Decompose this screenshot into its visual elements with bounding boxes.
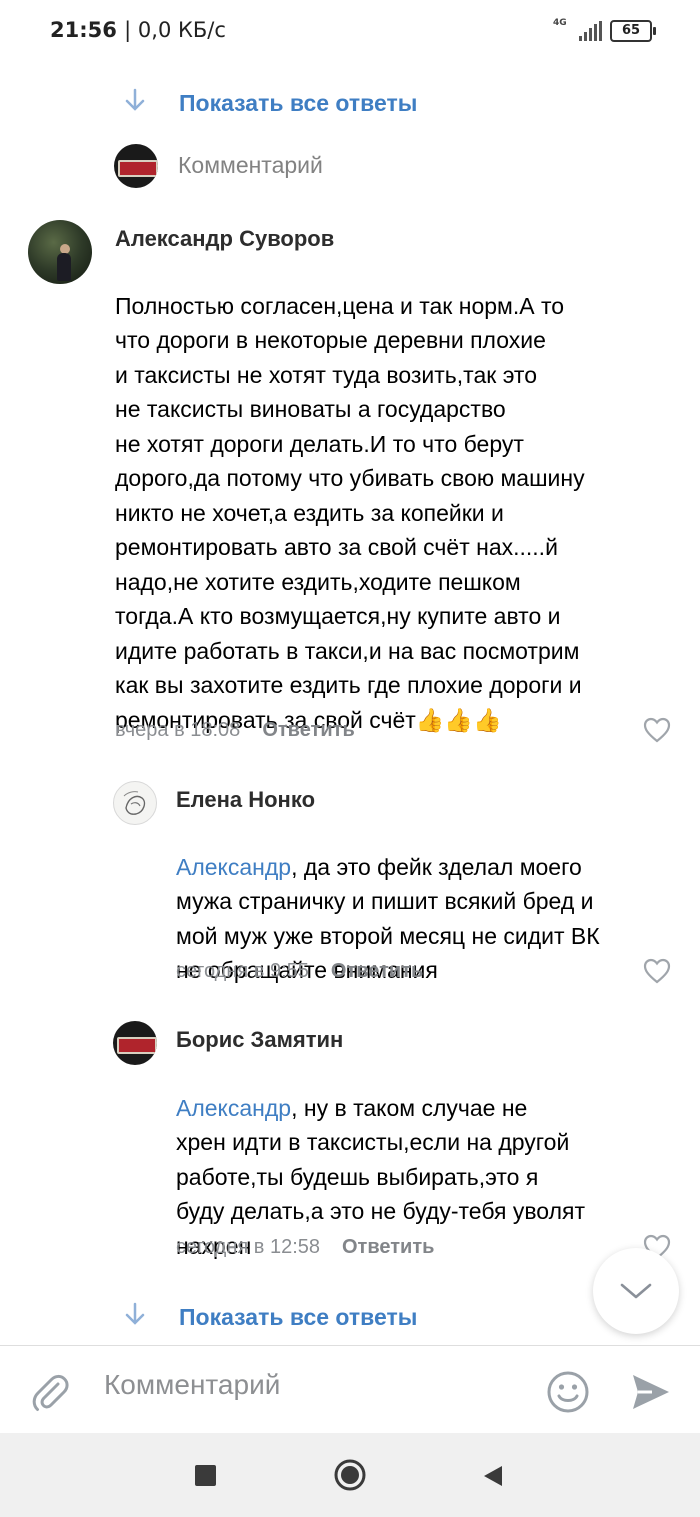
- emoji-icon[interactable]: [546, 1370, 590, 1414]
- avatar-logo: [117, 159, 158, 178]
- reply-comment-field[interactable]: Комментарий: [178, 152, 323, 179]
- avatar[interactable]: [28, 220, 92, 284]
- comment-text: Полностью согласен,цена и так норм.А то …: [115, 254, 675, 737]
- clock: 21:56: [50, 18, 117, 42]
- comment-meta: вчера в 18:08 Ответить: [115, 719, 355, 742]
- heart-icon[interactable]: [643, 717, 671, 743]
- nav-home-icon[interactable]: [333, 1458, 367, 1492]
- comment-time: сегодня в 9:55: [176, 960, 309, 982]
- comment-text: Александр, ну в таком случае не хрен идт…: [176, 1056, 676, 1263]
- reply-button[interactable]: Ответить: [331, 960, 423, 983]
- reply-button[interactable]: Ответить: [342, 1236, 434, 1259]
- scroll-down-button[interactable]: [593, 1248, 679, 1334]
- attach-icon[interactable]: [30, 1372, 72, 1414]
- thumbs-up-emoji: 👍👍👍: [415, 706, 502, 733]
- avatar-photo-figure: [57, 253, 72, 282]
- chevron-down-icon: [620, 1283, 652, 1299]
- comment-input[interactable]: [102, 1368, 526, 1402]
- network-speed: | 0,0 КБ/с: [124, 18, 226, 42]
- system-nav-bar: [0, 1433, 700, 1517]
- mention-link[interactable]: Александр: [176, 1095, 291, 1121]
- comment-author[interactable]: Елена Нонко: [176, 787, 315, 813]
- avatar-logo: [116, 1036, 157, 1055]
- show-all-replies-top[interactable]: Показать все ответы: [120, 88, 417, 119]
- reply-button[interactable]: Ответить: [262, 719, 354, 742]
- network-type: 4G: [553, 18, 567, 28]
- battery-icon: 65: [610, 20, 656, 42]
- battery-level: 65: [621, 23, 641, 38]
- heart-icon[interactable]: [643, 958, 671, 984]
- comment-meta: сегодня в 9:55 Ответить: [176, 960, 423, 983]
- status-bar: 21:56 | 0,0 КБ/с 4G 65: [0, 0, 700, 52]
- nav-back-icon[interactable]: [482, 1464, 504, 1488]
- avatar[interactable]: [113, 781, 157, 825]
- avatar-sketch: [123, 791, 146, 815]
- status-time: 21:56 | 0,0 КБ/с: [50, 18, 226, 42]
- signal-icon: 4G: [553, 18, 602, 41]
- comment-author[interactable]: Александр Суворов: [115, 226, 334, 252]
- arrow-down-icon: [120, 1302, 150, 1333]
- comment-composer: [0, 1345, 700, 1434]
- comment-time: сегодня в 12:58: [176, 1236, 320, 1258]
- send-icon[interactable]: [630, 1372, 672, 1412]
- show-all-replies-label: Показать все ответы: [179, 1304, 418, 1330]
- avatar[interactable]: [114, 144, 158, 188]
- comment-meta: сегодня в 12:58 Ответить: [176, 1236, 434, 1259]
- comment-body: Полностью согласен,цена и так норм.А то …: [115, 292, 585, 733]
- nav-square-icon[interactable]: [195, 1465, 216, 1486]
- avatar[interactable]: [113, 1021, 157, 1065]
- status-icons: 4G 65: [553, 18, 656, 42]
- mention-link[interactable]: Александр: [176, 854, 291, 880]
- show-all-replies-bottom[interactable]: Показать все ответы: [120, 1302, 417, 1333]
- show-all-replies-label: Показать все ответы: [179, 90, 418, 116]
- comment-author[interactable]: Борис Замятин: [176, 1027, 343, 1053]
- arrow-down-icon: [120, 88, 150, 119]
- comment-time: вчера в 18:08: [115, 719, 241, 741]
